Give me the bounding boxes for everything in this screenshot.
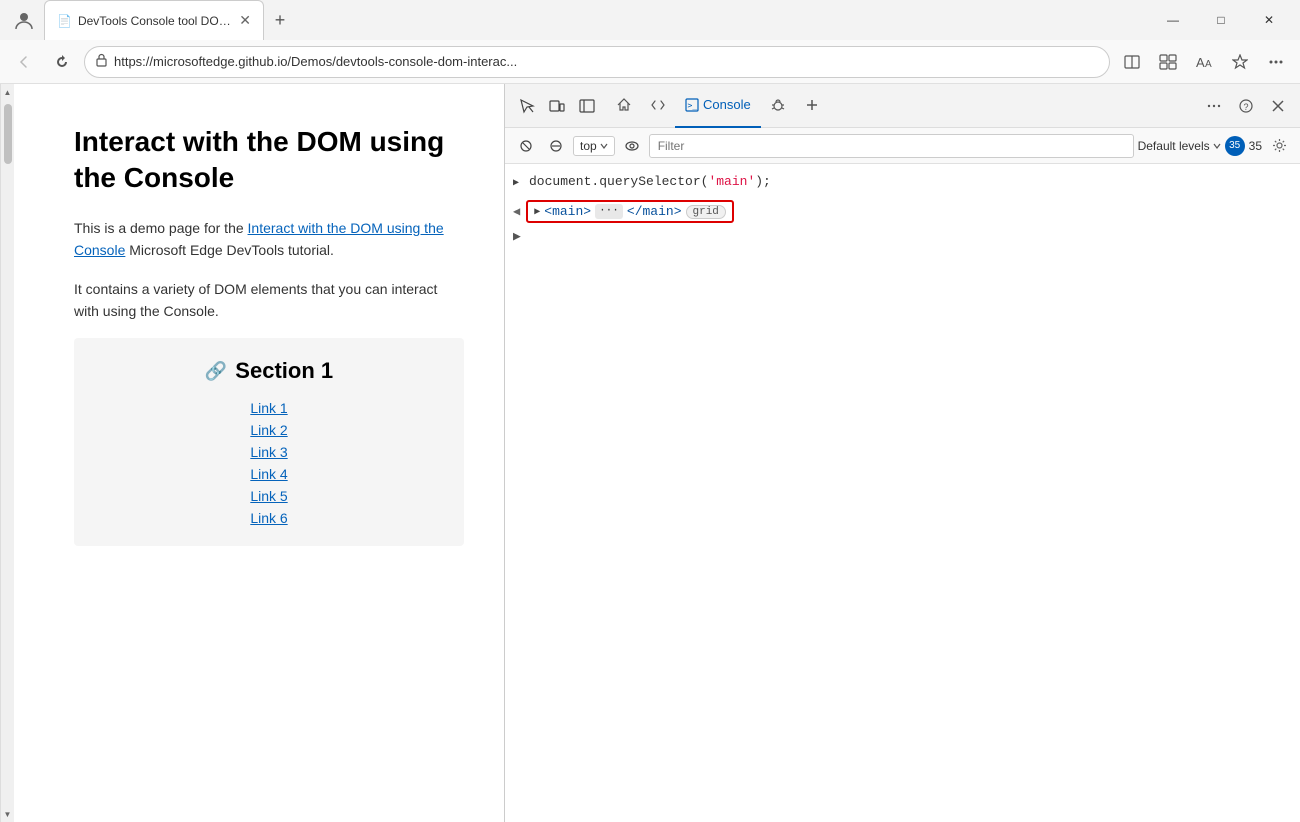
query-code: document.querySelector('main');: [529, 174, 771, 189]
dom-result-highlighted: ▶ <main> ··· </main> grid: [526, 200, 734, 223]
section-title: 🔗 Section 1: [104, 358, 434, 384]
message-count-number: 35: [1249, 139, 1262, 153]
page-scrollbar[interactable]: ▲ ▼: [0, 84, 14, 822]
message-count: 35 35: [1225, 136, 1262, 156]
top-label: top: [580, 139, 597, 153]
section-link-5[interactable]: Link 5: [104, 488, 434, 504]
default-levels-label: Default levels: [1138, 139, 1210, 153]
para1-suffix: Microsoft Edge DevTools tutorial.: [125, 242, 334, 258]
svg-text:A: A: [1205, 59, 1212, 70]
para1-prefix: This is a demo page for the: [74, 220, 248, 236]
devtools-tab-console[interactable]: >_ Console: [675, 84, 761, 128]
message-badge: 35: [1225, 136, 1245, 156]
tab-bar: 📄 DevTools Console tool DOM inte ✕ +: [44, 0, 1146, 40]
devtools-toolbar: >_ Console ?: [505, 84, 1300, 128]
svg-text:?: ?: [1244, 102, 1249, 112]
caret-symbol: ▶: [513, 229, 521, 244]
log-levels-button[interactable]: Default levels: [1138, 139, 1221, 153]
devtools-tab-add[interactable]: [795, 84, 829, 128]
console-input-line[interactable]: ▶: [505, 227, 1300, 246]
console-output: ▶ document.querySelector('main'); ◀ ▶ <m…: [505, 164, 1300, 822]
console-tab-label: Console: [703, 97, 751, 112]
svg-text:>_: >_: [688, 101, 698, 110]
devtools-tabs: >_ Console: [607, 84, 1198, 128]
tab-favicon: 📄: [57, 14, 72, 28]
context-selector[interactable]: top: [573, 136, 615, 156]
console-secondary-toolbar: top Default levels 35 35: [505, 128, 1300, 164]
dom-result-line: ◀ ▶ <main> ··· </main> grid: [505, 196, 1300, 227]
favorites-button[interactable]: [1224, 46, 1256, 78]
devtools-panel: >_ Console ?: [504, 84, 1300, 822]
window-controls: — □ ✕: [1150, 4, 1292, 36]
console-settings-button[interactable]: [1266, 133, 1292, 159]
scroll-down-arrow[interactable]: ▼: [1, 806, 15, 822]
url-text: https://microsoftedge.github.io/Demos/de…: [114, 54, 1099, 69]
title-bar-left: [8, 4, 40, 36]
svg-text:A: A: [1196, 55, 1205, 70]
devtools-more-button[interactable]: [1200, 92, 1228, 120]
back-button[interactable]: [8, 46, 40, 78]
back-chevron[interactable]: ◀: [513, 204, 520, 219]
expand-chevron[interactable]: ▶: [513, 177, 523, 189]
browser-tab[interactable]: 📄 DevTools Console tool DOM inte ✕: [44, 0, 264, 40]
no-entry-button[interactable]: [543, 133, 569, 159]
section-link-2[interactable]: Link 2: [104, 422, 434, 438]
devtools-help-button[interactable]: ?: [1232, 92, 1260, 120]
clear-console-button[interactable]: [513, 133, 539, 159]
minimize-button[interactable]: —: [1150, 4, 1196, 36]
page-para2: It contains a variety of DOM elements th…: [74, 278, 464, 323]
sidebar-toggle-button[interactable]: [573, 92, 601, 120]
grid-badge: grid: [686, 205, 726, 219]
inspect-element-button[interactable]: [513, 92, 541, 120]
profile-icon[interactable]: [8, 4, 40, 36]
page-para1: This is a demo page for the Interact wit…: [74, 217, 464, 262]
devtools-tab-code[interactable]: [641, 84, 675, 128]
section-link-4[interactable]: Link 4: [104, 466, 434, 482]
main-area: ▲ ▼ Interact with the DOM using the Cons…: [0, 84, 1300, 822]
section-box: 🔗 Section 1 Link 1 Link 2 Link 3 Link 4 …: [74, 338, 464, 546]
devtools-tab-bug[interactable]: [761, 84, 795, 128]
console-query-line: ▶ document.querySelector('main');: [505, 172, 1300, 196]
section-link-6[interactable]: Link 6: [104, 510, 434, 526]
split-screen-button[interactable]: [1116, 46, 1148, 78]
tab-title: DevTools Console tool DOM inte: [78, 14, 233, 28]
eye-button[interactable]: [619, 133, 645, 159]
nav-right-icons: AA: [1116, 46, 1292, 78]
dom-tag-open: <main>: [544, 204, 591, 219]
reload-button[interactable]: [46, 46, 78, 78]
scroll-thumb[interactable]: [4, 104, 12, 164]
page-heading: Interact with the DOM using the Console: [74, 124, 464, 197]
devtools-tab-home[interactable]: [607, 84, 641, 128]
tab-close-button[interactable]: ✕: [239, 12, 251, 29]
chain-icon: 🔗: [205, 361, 227, 382]
section-title-text: Section 1: [235, 358, 333, 384]
address-bar[interactable]: https://microsoftedge.github.io/Demos/de…: [84, 46, 1110, 78]
devtools-close-button[interactable]: [1264, 92, 1292, 120]
dom-expand-triangle[interactable]: ▶: [534, 206, 540, 218]
device-emulation-button[interactable]: [543, 92, 571, 120]
dom-tag-close: </main>: [627, 204, 682, 219]
new-tab-button[interactable]: +: [264, 4, 296, 36]
more-button[interactable]: [1260, 46, 1292, 78]
devtools-right-controls: ?: [1200, 92, 1292, 120]
close-button[interactable]: ✕: [1246, 4, 1292, 36]
collections-button[interactable]: [1152, 46, 1184, 78]
section-link-3[interactable]: Link 3: [104, 444, 434, 460]
nav-bar: https://microsoftedge.github.io/Demos/de…: [0, 40, 1300, 84]
dom-ellipsis-button[interactable]: ···: [595, 204, 623, 219]
maximize-button[interactable]: □: [1198, 4, 1244, 36]
section-link-1[interactable]: Link 1: [104, 400, 434, 416]
title-bar: 📄 DevTools Console tool DOM inte ✕ + — □…: [0, 0, 1300, 40]
read-aloud-button[interactable]: AA: [1188, 46, 1220, 78]
webpage-content: Interact with the DOM using the Console …: [14, 84, 504, 822]
section-links: Link 1 Link 2 Link 3 Link 4 Link 5 Link …: [104, 400, 434, 526]
scroll-up-arrow[interactable]: ▲: [1, 84, 15, 100]
console-filter-input[interactable]: [649, 134, 1134, 158]
lock-icon: [95, 53, 108, 70]
